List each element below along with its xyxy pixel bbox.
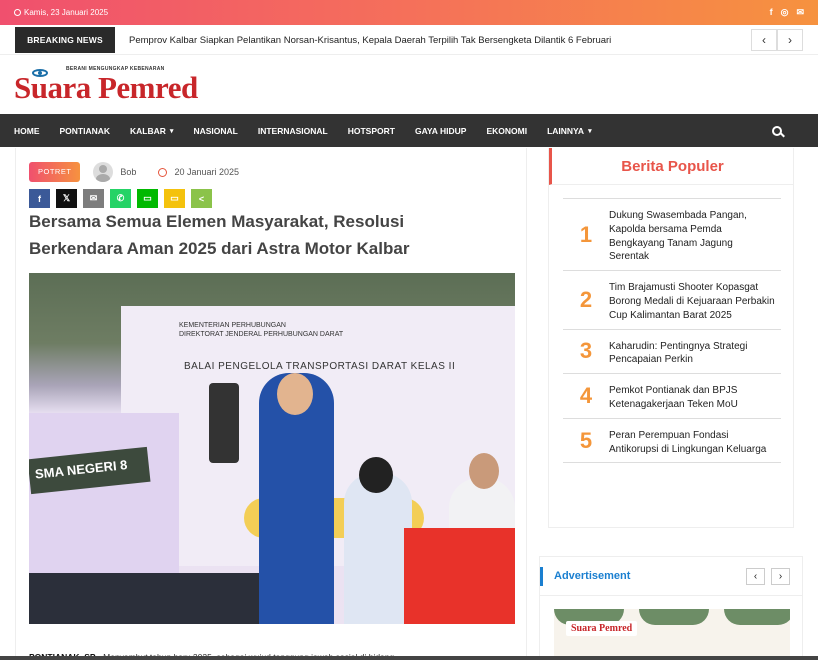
search-icon[interactable]: [772, 125, 782, 136]
ticker-next-button[interactable]: ›: [777, 29, 803, 51]
author-name[interactable]: Bob: [120, 167, 136, 177]
nav-item-lainnya[interactable]: LAINNYA ▾: [547, 126, 592, 136]
advertisement-divider: [540, 595, 802, 596]
rank-number: 1: [579, 221, 593, 247]
news-title[interactable]: Kaharudin: Pentingnya Strategi Pencapaia…: [609, 330, 781, 374]
photo-man-head: [469, 453, 499, 489]
advertisement-widget: Advertisement ‹ › Suara Pemred: [539, 556, 803, 660]
nav-item-nasional[interactable]: NASIONAL: [193, 126, 237, 136]
nav-item-gaya-hidup[interactable]: GAYA HIDUP: [415, 126, 467, 136]
rank-number: 2: [579, 286, 593, 312]
popular-news-title: Berita Populer: [549, 148, 793, 185]
article-photo[interactable]: KEMENTERIAN PERHUBUNGAN DIREKTORAT JENDE…: [29, 273, 515, 624]
social-links: f ◎ ✉: [770, 7, 804, 18]
advertisement-title: Advertisement: [540, 567, 630, 586]
main-navigation: HOME PONTIANAK KALBAR ▾ NASIONAL INTERNAS…: [0, 114, 818, 147]
news-title[interactable]: Tim Brajamusti Shooter Kopasgat Borong M…: [609, 271, 781, 328]
whatsapp-icon[interactable]: ✆: [110, 189, 131, 208]
photo-woman-head: [359, 457, 393, 493]
ticker-prev-button[interactable]: ‹: [751, 29, 777, 51]
nav-item-ekonomi[interactable]: EKONOMI: [486, 126, 527, 136]
nav-label: LAINNYA: [547, 125, 585, 136]
nav-item-hotsport[interactable]: HOTSPORT: [348, 126, 395, 136]
list-item[interactable]: 3 Kaharudin: Pentingnya Strategi Pencapa…: [563, 328, 781, 375]
photo-traffic-light: [209, 383, 239, 463]
news-title[interactable]: Dukung Swasembada Pangan, Kapolda bersam…: [609, 199, 781, 270]
facebook-icon[interactable]: f: [29, 189, 50, 208]
instagram-icon[interactable]: ◎: [781, 7, 789, 18]
nav-label: NASIONAL: [193, 125, 238, 136]
ad-prev-button[interactable]: ‹: [746, 568, 765, 585]
x-icon[interactable]: 𝕏: [56, 189, 77, 208]
list-item[interactable]: 5 Peran Perempuan Fondasi Antikorupsi di…: [563, 417, 781, 464]
clock-icon: [14, 9, 21, 16]
list-item[interactable]: 2 Tim Brajamusti Shooter Kopasgat Borong…: [563, 270, 781, 330]
article-card: POTRET Bob 20 Januari 2025 f 𝕏 ✉ ✆ ▭ ▭ < Bersa…: [15, 148, 527, 660]
chevron-down-icon: ▾: [169, 127, 174, 135]
logo-name: Suara Pemred: [14, 70, 198, 105]
list-item[interactable]: 4 Pemkot Pontianak dan BPJS Ketenagakerj…: [563, 373, 781, 419]
advertisement-banner[interactable]: Suara Pemred: [554, 609, 790, 660]
decor-pine: [639, 609, 709, 625]
photo-table: [29, 573, 259, 624]
news-title[interactable]: Peran Perempuan Fondasi Antikorupsi di L…: [609, 419, 781, 463]
article-headline: Bersama Semua Elemen Masyarakat, Resolus…: [29, 212, 410, 258]
nav-label: EKONOMI: [486, 125, 528, 136]
share-buttons: f 𝕏 ✉ ✆ ▭ ▭ <: [29, 189, 212, 208]
photo-woman: [344, 473, 412, 624]
author-avatar[interactable]: [93, 162, 114, 182]
header-divider: [0, 54, 818, 55]
email-icon[interactable]: ✉: [796, 7, 804, 18]
breaking-news-bar: BREAKING NEWS Pemprov Kalbar Siapkan Pel…: [15, 27, 803, 53]
chevron-down-icon: ▾: [588, 127, 592, 135]
horizontal-scrollbar[interactable]: [0, 656, 818, 660]
rank-number: 4: [579, 382, 593, 408]
publish-date: 20 Januari 2025: [174, 167, 239, 177]
nav-label: HOTSPORT: [347, 125, 395, 136]
nav-item-home[interactable]: HOME: [14, 126, 40, 136]
nav-label: KALBAR: [130, 125, 166, 136]
banner-line: DIREKTORAT JENDERAL PERHUBUNGAN DARAT: [179, 331, 344, 338]
sms-icon[interactable]: ▭: [164, 189, 185, 208]
nav-label: HOME: [14, 125, 40, 136]
photo-banner-title: BALAI PENGELOLA TRANSPORTASI DARAT KELAS…: [184, 361, 456, 372]
ad-logo: Suara Pemred: [566, 621, 638, 636]
nav-item-pontianak[interactable]: PONTIANAK: [60, 126, 111, 136]
nav-item-internasional[interactable]: INTERNASIONAL: [258, 126, 328, 136]
facebook-icon[interactable]: f: [770, 7, 773, 18]
nav-item-kalbar[interactable]: KALBAR ▾: [130, 126, 173, 136]
nav-label: INTERNASIONAL: [257, 125, 328, 136]
clock-icon: [158, 167, 168, 177]
line-icon[interactable]: ▭: [137, 189, 158, 208]
share-icon[interactable]: <: [191, 189, 212, 208]
rank-number: 5: [579, 427, 593, 453]
nav-label: GAYA HIDUP: [414, 125, 467, 136]
top-bar: Kamis, 23 Januari 2025 f ◎ ✉: [0, 0, 818, 25]
decor-pine: [724, 609, 790, 625]
ad-next-button[interactable]: ›: [771, 568, 790, 585]
news-title[interactable]: Pemkot Pontianak dan BPJS Ketenagakerjaa…: [609, 374, 781, 418]
breaking-news-label: BREAKING NEWS: [15, 27, 115, 53]
photo-speaker-head: [277, 373, 313, 415]
popular-news-widget: Berita Populer 1 Dukung Swasembada Panga…: [548, 148, 794, 528]
list-item[interactable]: 1 Dukung Swasembada Pangan, Kapolda bers…: [563, 198, 781, 272]
current-date: Kamis, 23 Januari 2025: [14, 8, 108, 17]
rank-number: 3: [579, 338, 593, 364]
site-logo[interactable]: BERANI MENGUNGKAP KEBENARAN Suara Pemred: [14, 64, 224, 104]
popular-news-list: 1 Dukung Swasembada Pangan, Kapolda bers…: [563, 198, 781, 464]
email-icon[interactable]: ✉: [83, 189, 104, 208]
date-text: Kamis, 23 Januari 2025: [24, 8, 109, 17]
photo-red-block: [404, 528, 515, 624]
article-meta: POTRET Bob 20 Januari 2025: [29, 162, 239, 182]
breaking-news-headline[interactable]: Pemprov Kalbar Siapkan Pelantikan Norsan…: [129, 35, 751, 46]
banner-line: KEMENTERIAN PERHUBUNGAN: [179, 322, 286, 329]
nav-label: PONTIANAK: [59, 125, 111, 136]
category-badge[interactable]: POTRET: [29, 162, 81, 182]
photo-banner-ministry: KEMENTERIAN PERHUBUNGAN DIREKTORAT JENDE…: [179, 321, 343, 339]
